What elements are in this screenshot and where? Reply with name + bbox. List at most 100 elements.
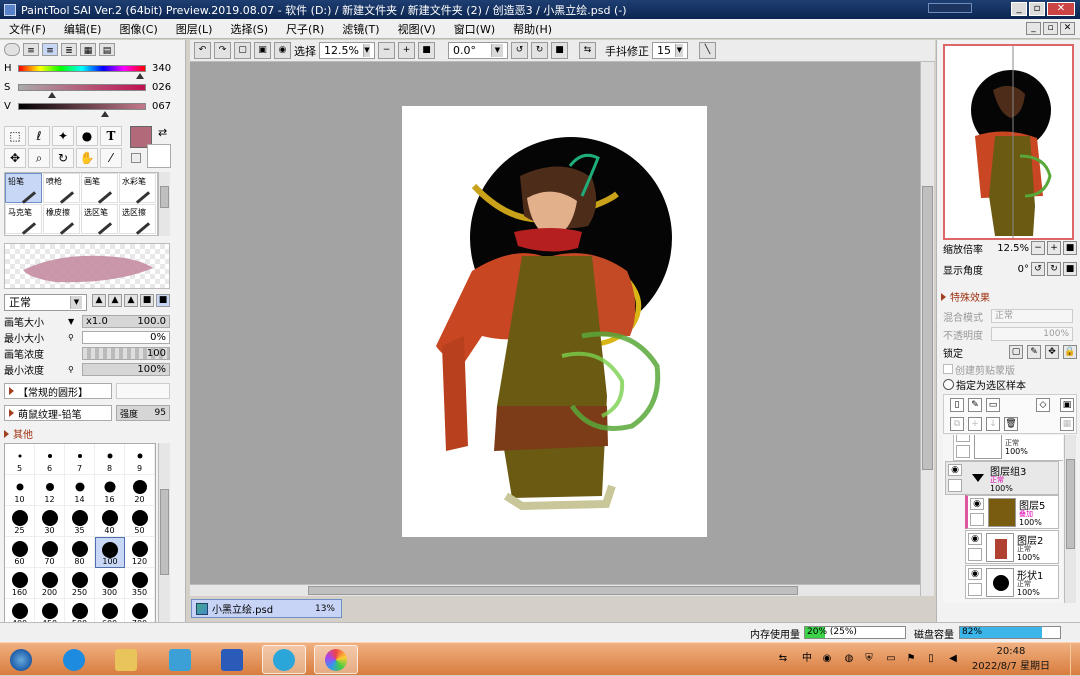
taskbar-clock[interactable]: 20:48 2022/8/7 星期日 bbox=[972, 646, 1050, 672]
lasso-icon[interactable]: ℓ bbox=[28, 126, 50, 146]
brush-size-cell[interactable]: 20 bbox=[125, 475, 155, 506]
menu-edit[interactable]: 编辑(E) bbox=[55, 21, 111, 37]
zoom-icon[interactable]: ⌕ bbox=[28, 148, 50, 168]
brush-size-cell[interactable]: 5 bbox=[5, 444, 35, 475]
hsv-slider-tab[interactable]: ≡ bbox=[42, 43, 58, 56]
saturation-track[interactable] bbox=[18, 84, 146, 98]
invert-selection-icon[interactable]: ▣ bbox=[254, 42, 271, 59]
layer-select-checkbox[interactable] bbox=[970, 513, 984, 526]
effects-section-header[interactable]: 特殊效果 bbox=[941, 289, 990, 304]
layer-item-2[interactable]: ◉ 图层2 正常 100% bbox=[965, 530, 1059, 564]
brush-size-cell[interactable]: 12 bbox=[35, 475, 65, 506]
transfer-down-icon[interactable]: ↓ bbox=[986, 417, 1000, 431]
lock-move-icon[interactable]: ✥ bbox=[1045, 345, 1059, 359]
canvas-viewport[interactable] bbox=[190, 62, 920, 584]
tray-monitor-icon[interactable]: ▭ bbox=[884, 652, 898, 666]
eye-icon[interactable]: ◉ bbox=[274, 42, 291, 59]
new-layer-icon[interactable]: ▯ bbox=[950, 398, 964, 412]
layer-list-scrollbar[interactable] bbox=[1064, 435, 1076, 603]
saturation-marker[interactable] bbox=[48, 92, 57, 98]
pressure-icon[interactable]: ⚲ bbox=[68, 365, 82, 374]
scroll-thumb[interactable] bbox=[160, 489, 169, 575]
brush-watercolor[interactable]: 水彩笔 bbox=[119, 173, 156, 204]
brush-size-cell[interactable]: 8 bbox=[95, 444, 125, 475]
chevron-down-icon[interactable]: ▼ bbox=[68, 317, 82, 326]
secondary-color-swatch[interactable] bbox=[147, 144, 171, 168]
swatches-tab[interactable]: ▦ bbox=[80, 43, 96, 56]
document-tab[interactable]: 小黑立绘.psd 13% bbox=[191, 599, 342, 618]
menu-view[interactable]: 视图(V) bbox=[389, 21, 445, 37]
nav-rotate-left-button[interactable]: ↺ bbox=[1031, 262, 1045, 276]
tray-shield-icon[interactable]: ⛨ bbox=[862, 652, 876, 666]
brush-shape-select[interactable]: 【常规的圆形】 bbox=[4, 383, 112, 399]
taskbar-app-wps[interactable] bbox=[262, 645, 306, 674]
stabilizer-select[interactable]: 15 ▼ bbox=[652, 42, 688, 59]
brush-airbrush[interactable]: 喷枪 bbox=[43, 173, 80, 204]
brush-size-cell[interactable]: 250 bbox=[65, 568, 95, 599]
brush-pencil[interactable]: 铅笔 bbox=[5, 173, 42, 204]
layer-item-5[interactable]: ◉ 图层5 叠加 100% bbox=[965, 495, 1059, 529]
brush-size-cell[interactable]: 6 bbox=[35, 444, 65, 475]
new-folder-icon[interactable]: ▭ bbox=[986, 398, 1000, 412]
brush-size-cell[interactable]: 30 bbox=[35, 506, 65, 537]
lock-transparency-icon[interactable]: ▢ bbox=[1009, 345, 1023, 359]
nav-zoom-out-button[interactable]: − bbox=[1031, 241, 1045, 255]
brush-size-cell[interactable]: 120 bbox=[125, 537, 155, 568]
lock-all-icon[interactable]: 🔒 bbox=[1063, 345, 1077, 359]
shape-strength-slider[interactable] bbox=[116, 383, 170, 399]
hue-slider[interactable]: H 340 bbox=[4, 61, 182, 79]
brush-size-cell[interactable]: 10 bbox=[5, 475, 35, 506]
nav-zoom-in-button[interactable]: + bbox=[1047, 241, 1061, 255]
brush-size-cell[interactable]: 50 bbox=[125, 506, 155, 537]
tray-volume-icon[interactable]: ◀ bbox=[946, 652, 960, 666]
nav-zoom-reset-button[interactable]: ■ bbox=[1063, 241, 1077, 255]
minimize-button[interactable]: _ bbox=[1011, 2, 1027, 16]
layer-blend-select[interactable]: 正常 bbox=[991, 309, 1073, 323]
brush-eraser[interactable]: 橡皮擦 bbox=[43, 204, 80, 235]
brush-size-cell[interactable]: 200 bbox=[35, 568, 65, 599]
magic-wand-icon[interactable]: ✦ bbox=[52, 126, 74, 146]
swap-colors-icon[interactable]: ⇄ bbox=[158, 126, 167, 139]
scroll-thumb[interactable] bbox=[922, 186, 933, 470]
pressure-icon[interactable]: ⚲ bbox=[68, 333, 82, 342]
eye-icon[interactable]: ◉ bbox=[948, 464, 962, 476]
hand-icon[interactable]: ✋ bbox=[76, 148, 98, 168]
brush-size-cell[interactable]: 60 bbox=[5, 537, 35, 568]
taskbar-app-explorer[interactable] bbox=[104, 645, 148, 674]
maximize-button[interactable]: ▫ bbox=[1029, 2, 1045, 16]
move-icon[interactable]: ✥ bbox=[4, 148, 26, 168]
intermediate-tab[interactable]: ≣ bbox=[61, 43, 77, 56]
menu-help[interactable]: 帮助(H) bbox=[504, 21, 561, 37]
menu-filter[interactable]: 滤镜(T) bbox=[333, 21, 388, 37]
close-button[interactable]: ✕ bbox=[1047, 2, 1075, 16]
scratchpad-tab[interactable]: ▤ bbox=[99, 43, 115, 56]
navigator-preview[interactable] bbox=[943, 44, 1074, 240]
tray-flag-icon[interactable]: ⚑ bbox=[904, 652, 918, 666]
taskbar-app-word[interactable] bbox=[210, 645, 254, 674]
brush-size-cell[interactable]: 300 bbox=[95, 568, 125, 599]
edge-harder-icon[interactable]: ■ bbox=[140, 294, 154, 307]
selection-source-row[interactable]: 指定为选区样本 bbox=[943, 376, 1077, 392]
menu-layer[interactable]: 图层(L) bbox=[167, 21, 222, 37]
brush-size-cell[interactable]: 14 bbox=[65, 475, 95, 506]
tray-usb-icon[interactable]: ▯ bbox=[924, 652, 938, 666]
eye-icon[interactable]: ◉ bbox=[968, 533, 982, 545]
saturation-slider[interactable]: S 026 bbox=[4, 80, 182, 98]
tray-qq-icon[interactable]: ◉ bbox=[820, 652, 834, 666]
layer-select-checkbox[interactable] bbox=[956, 445, 970, 458]
density-slider[interactable]: 100 bbox=[82, 347, 170, 360]
texture-strength-slider[interactable]: 强度 95 bbox=[116, 405, 170, 421]
layer-item-shape1[interactable]: ◉ 形状1 正常 100% bbox=[965, 565, 1059, 599]
shape-icon[interactable]: ● bbox=[76, 126, 98, 146]
layer-item-top[interactable]: 正常 100% bbox=[953, 435, 1063, 461]
canvas-vertical-scrollbar[interactable] bbox=[920, 62, 934, 596]
other-section-header[interactable]: 其他 bbox=[0, 425, 184, 442]
menu-select[interactable]: 选择(S) bbox=[221, 21, 277, 37]
hue-track[interactable] bbox=[18, 65, 146, 79]
merge-down-icon[interactable]: + bbox=[968, 417, 982, 431]
edge-flat-icon[interactable]: ■ bbox=[156, 294, 170, 307]
visibility-toggle[interactable] bbox=[956, 435, 970, 442]
canvas-horizontal-scrollbar[interactable] bbox=[190, 584, 920, 596]
undo-icon[interactable]: ↶ bbox=[194, 42, 211, 59]
text-tool-icon[interactable]: T bbox=[100, 126, 122, 146]
